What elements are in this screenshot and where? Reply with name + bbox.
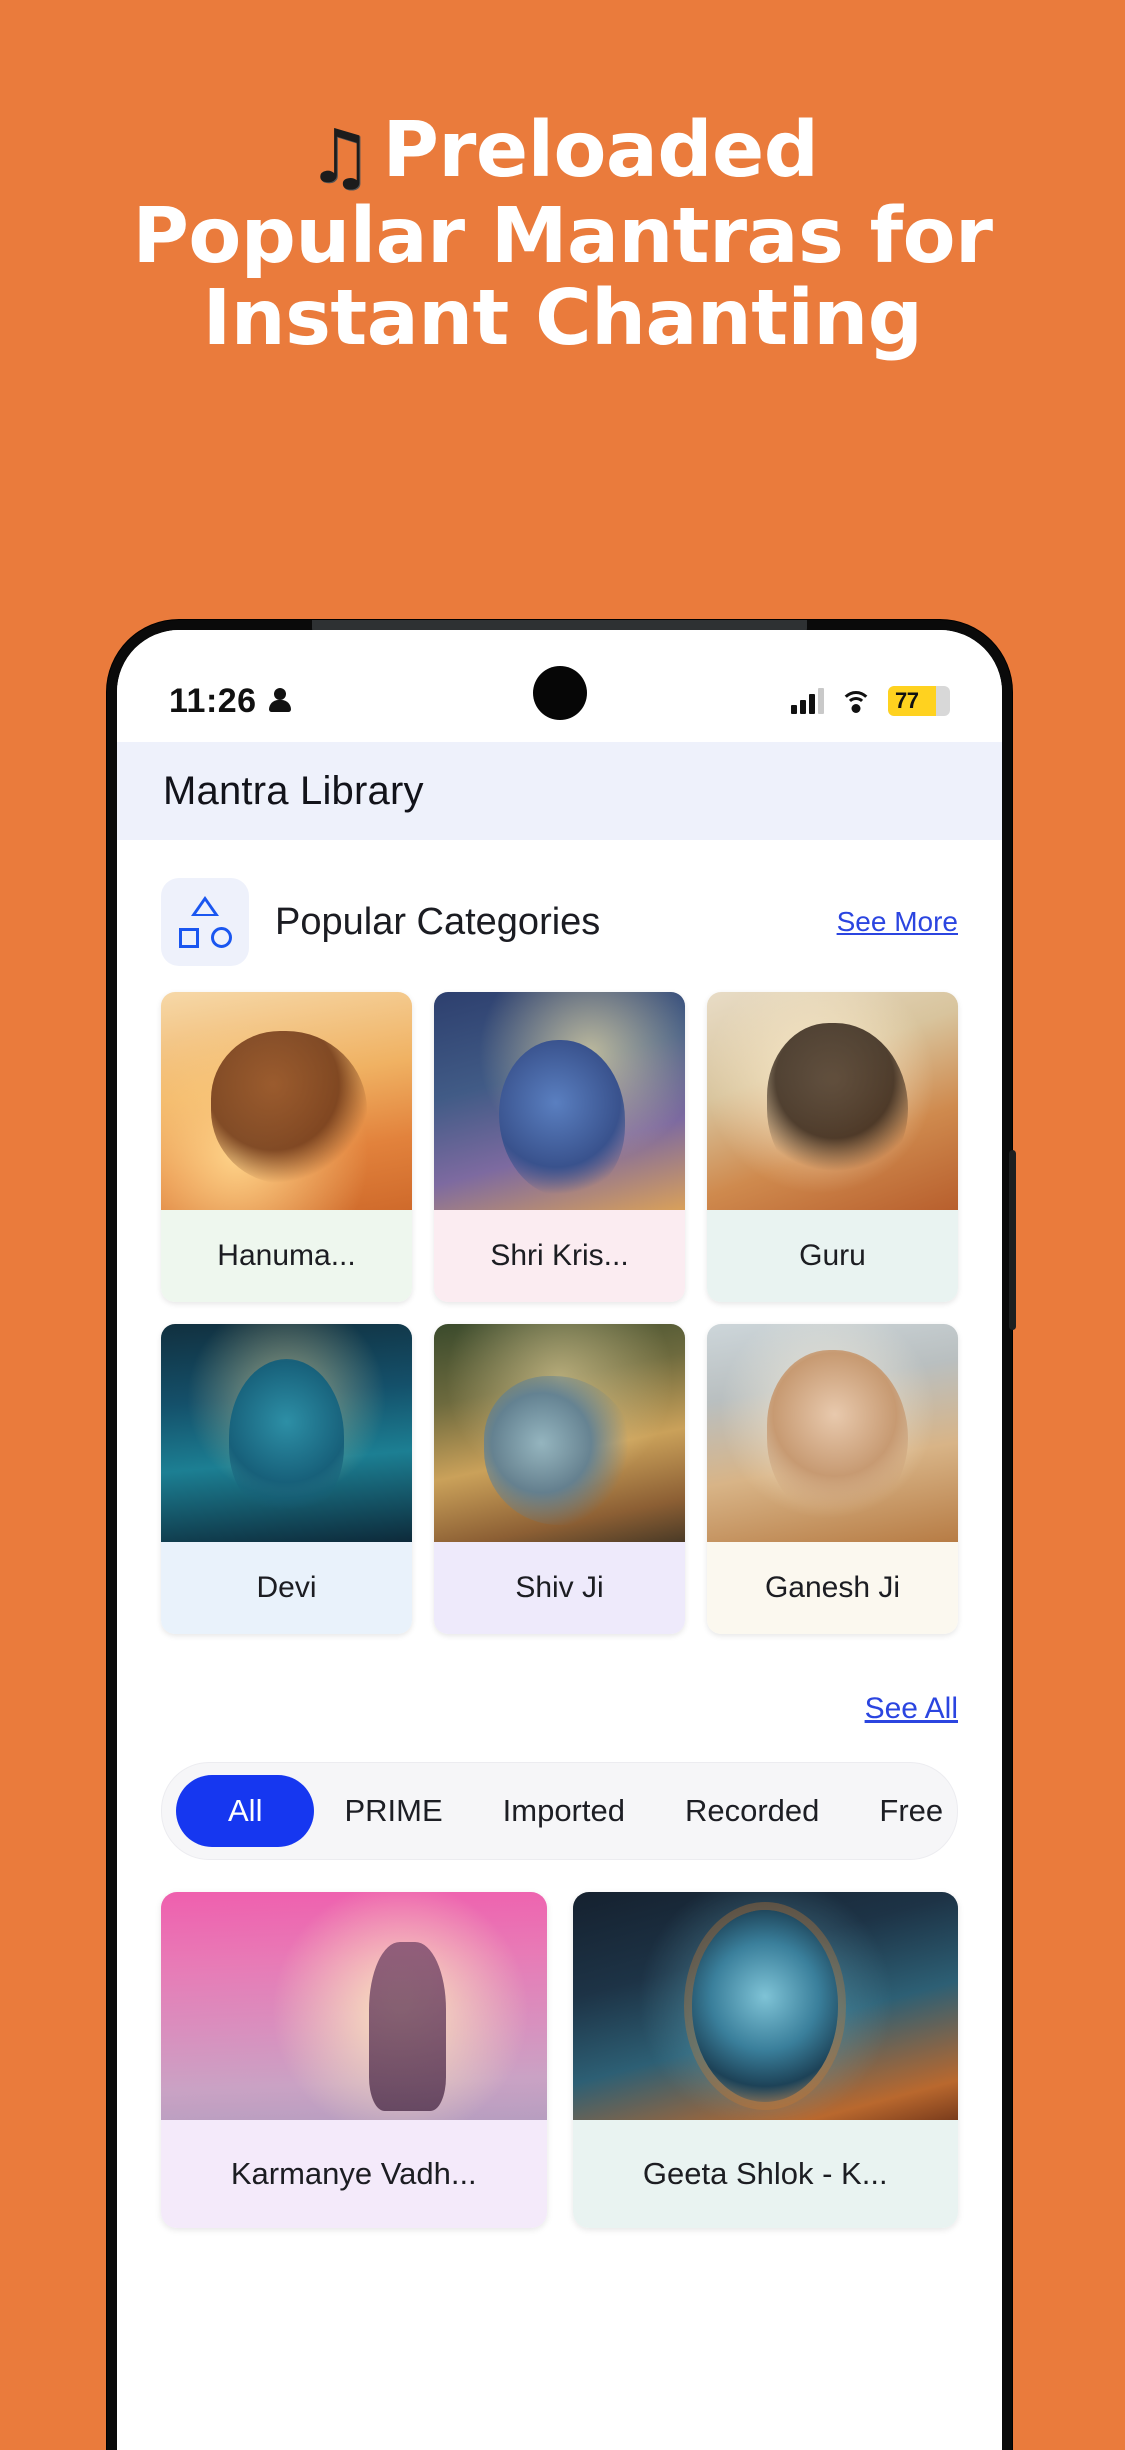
category-artwork <box>707 992 958 1210</box>
mantra-artwork <box>161 1892 547 2120</box>
filter-chip-imported[interactable]: Imported <box>473 1775 655 1847</box>
status-bar-time: 11:26 <box>169 681 257 720</box>
person-icon <box>268 688 291 714</box>
shapes-icon <box>161 878 249 966</box>
mantra-label: Karmanye Vadh... <box>161 2120 547 2228</box>
see-all-row: See All <box>117 1634 1002 1726</box>
category-card[interactable]: Shri Kris... <box>434 992 685 1302</box>
phone-mockup: 11:26 77 Mantra Library Popular Categori… <box>107 620 1016 2450</box>
category-label: Shri Kris... <box>434 1210 685 1302</box>
promo-line-3: Instant Chanting <box>202 274 923 364</box>
phone-side-button[interactable] <box>1009 1150 1016 1330</box>
section-title: Popular Categories <box>275 900 601 943</box>
square-icon <box>179 928 199 948</box>
category-card[interactable]: Ganesh Ji <box>707 1324 958 1634</box>
status-bar-right: 77 <box>791 686 950 716</box>
category-card[interactable]: Hanuma... <box>161 992 412 1302</box>
category-artwork <box>434 1324 685 1542</box>
page-title: Mantra Library <box>163 768 424 813</box>
battery-indicator: 77 <box>888 686 950 716</box>
phone-screen: 11:26 77 Mantra Library Popular Categori… <box>117 630 1002 2450</box>
promo-line-2: Popular Mantras for <box>132 192 993 282</box>
category-card[interactable]: Guru <box>707 992 958 1302</box>
category-card[interactable]: Devi <box>161 1324 412 1634</box>
popular-categories-header: Popular Categories See More <box>117 840 1002 966</box>
promo-headline: ♫ Preloaded Popular Mantras for Instant C… <box>0 110 1125 360</box>
category-label: Devi <box>161 1542 412 1634</box>
signal-bars-icon <box>791 688 824 714</box>
shapes-icon-glyph <box>177 896 233 948</box>
filter-chip-prime[interactable]: PRIME <box>314 1775 472 1847</box>
triangle-icon <box>191 896 219 916</box>
see-all-link[interactable]: See All <box>865 1692 958 1726</box>
category-artwork <box>434 992 685 1210</box>
battery-level-label: 77 <box>895 688 919 713</box>
mantra-grid: Karmanye Vadh... Geeta Shlok - K... <box>117 1860 1002 2228</box>
category-grid: Hanuma... Shri Kris... Guru Devi Shiv Ji… <box>117 966 1002 1634</box>
promo-line-1: ♫ Preloaded <box>0 110 1125 197</box>
category-label: Ganesh Ji <box>707 1542 958 1634</box>
status-bar-left: 11:26 <box>169 682 291 721</box>
app-bar: Mantra Library <box>117 742 1002 840</box>
filter-chip-all[interactable]: All <box>176 1775 315 1847</box>
music-note-icon: ♫ <box>306 114 373 200</box>
front-camera-punch-hole <box>532 666 587 720</box>
category-label: Shiv Ji <box>434 1542 685 1634</box>
status-bar: 11:26 77 <box>117 630 1002 742</box>
mantra-artwork <box>572 1892 958 2120</box>
wifi-icon <box>840 689 872 713</box>
mantra-card[interactable]: Karmanye Vadh... <box>161 1892 547 2228</box>
category-artwork <box>161 992 412 1210</box>
category-artwork <box>161 1324 412 1542</box>
mantra-card[interactable]: Geeta Shlok - K... <box>572 1892 958 2228</box>
category-label: Hanuma... <box>161 1210 412 1302</box>
category-label: Guru <box>707 1210 958 1302</box>
filter-chip-free[interactable]: Free <box>849 1775 973 1847</box>
category-card[interactable]: Shiv Ji <box>434 1324 685 1634</box>
filter-chips-wrapper: All PRIME Imported Recorded Free <box>117 1726 1002 1860</box>
mantra-label: Geeta Shlok - K... <box>572 2120 958 2228</box>
see-more-link[interactable]: See More <box>837 906 958 938</box>
promo-line-1-text: Preloaded <box>382 106 819 195</box>
filter-chip-recorded[interactable]: Recorded <box>655 1775 849 1847</box>
circle-icon <box>211 927 232 948</box>
filter-chips: All PRIME Imported Recorded Free <box>161 1762 958 1860</box>
category-artwork <box>707 1324 958 1542</box>
